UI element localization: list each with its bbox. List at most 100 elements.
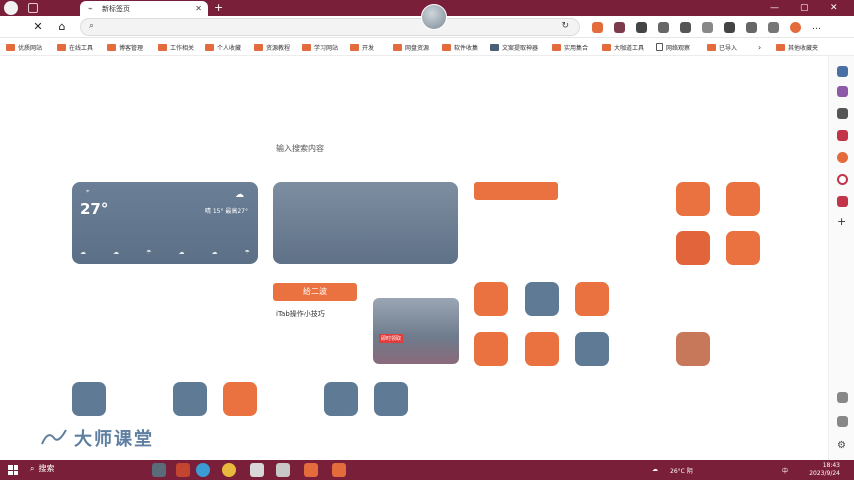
sidebar-app-icon[interactable] — [837, 152, 848, 163]
edge-icon[interactable] — [196, 463, 210, 477]
favorites-icon[interactable] — [746, 22, 757, 33]
bookmark-folder[interactable]: 大咖道工具 — [602, 41, 644, 53]
maximize-button[interactable]: ▢ — [800, 1, 809, 15]
bookmark-folder[interactable]: 优质网站 — [6, 41, 42, 53]
sidebar-tools-icon[interactable] — [837, 108, 848, 119]
collections-icon[interactable] — [768, 22, 779, 33]
stop-loading-icon[interactable]: ✕ — [30, 19, 46, 35]
taskbar-search[interactable]: ⌕ 搜索 — [30, 463, 54, 474]
folder-icon — [57, 43, 66, 51]
extension-icon-2[interactable] — [614, 22, 625, 33]
brand-logo-icon — [41, 429, 67, 445]
app-shortcut-tile[interactable] — [676, 332, 710, 366]
bookmark-folder[interactable]: 网盘资源 — [393, 41, 429, 53]
search-placeholder-text[interactable]: 输入搜索内容 — [276, 143, 324, 154]
ime-indicator[interactable]: 中 — [782, 466, 788, 475]
bookmark-folder[interactable]: 文案提取神器 — [490, 41, 538, 53]
list-item[interactable] — [281, 202, 450, 212]
app-shortcut-tile[interactable] — [726, 231, 760, 265]
minimize-button[interactable]: — — [770, 1, 779, 15]
bookmark-folder[interactable]: 实用集合 — [552, 41, 588, 53]
app-shortcut-tile[interactable] — [374, 382, 408, 416]
extension-icon-3[interactable] — [636, 22, 647, 33]
start-button[interactable] — [8, 465, 18, 475]
more-icon[interactable]: … — [812, 22, 823, 33]
folder-icon — [205, 43, 214, 51]
app-shortcut-tile[interactable] — [223, 382, 257, 416]
bookmark-folder[interactable]: 在线工具 — [57, 41, 93, 53]
sidebar-add-icon[interactable]: + — [837, 216, 848, 227]
weather-tray-icon[interactable]: ☁ — [652, 466, 658, 473]
tab-close-icon[interactable]: ✕ — [195, 4, 202, 13]
bookmark-folder[interactable]: 博客管理 — [107, 41, 143, 53]
extension-icon-5[interactable] — [680, 22, 691, 33]
widget-header-bar[interactable] — [474, 182, 558, 200]
bookmark-folder[interactable]: 学习网站 — [302, 41, 338, 53]
app-shortcut-tile[interactable] — [676, 231, 710, 265]
sidebar-settings-icon[interactable]: ⚙ — [837, 440, 848, 451]
extension-icon-7[interactable] — [724, 22, 735, 33]
folder-icon — [776, 43, 785, 51]
tray-weather-text[interactable]: 26°C 阴 — [670, 466, 693, 475]
bookmark-folder[interactable]: 软件收集 — [442, 41, 478, 53]
home-icon[interactable]: ⌂ — [54, 19, 70, 35]
app-shortcut-tile[interactable] — [324, 382, 358, 416]
app-shortcut-tile[interactable] — [474, 282, 508, 316]
bookmark-folder[interactable]: 开发 — [350, 41, 374, 53]
app-shortcut-tile[interactable] — [72, 382, 106, 416]
weather-widget[interactable]: ⌖ ☁ 27° 晴 15° 最高27° ☁ ☁ ☂ ☁ ☁ ☂ — [72, 182, 258, 264]
tab-new-tab[interactable]: ⌁ 新标签页 ✕ — [80, 1, 208, 16]
extension-icon-1[interactable] — [592, 22, 603, 33]
location-icon: ⌖ — [86, 188, 90, 195]
bookmark-folder[interactable]: 已导入 — [707, 41, 737, 53]
orange-action-button[interactable]: 给二波 — [273, 283, 357, 301]
taskbar-app-icon[interactable] — [276, 463, 290, 477]
tips-link[interactable]: iTab操作小技巧 — [276, 309, 325, 319]
bookmark-folder[interactable]: 个人收藏 — [205, 41, 241, 53]
taskbar-app-icon[interactable] — [250, 463, 264, 477]
app-shortcut-tile[interactable] — [173, 382, 207, 416]
app-shortcut-tile[interactable] — [575, 332, 609, 366]
extension-icon-6[interactable] — [702, 22, 713, 33]
taskbar-app-icon[interactable] — [304, 463, 318, 477]
bookmarks-overflow-icon[interactable]: › — [758, 41, 761, 53]
sidebar-office-icon[interactable] — [837, 130, 848, 141]
cloud-icon: ☁ — [235, 190, 244, 200]
app-shortcut-tile[interactable] — [525, 332, 559, 366]
extension-icon-4[interactable] — [658, 22, 669, 33]
sidebar-external-icon[interactable] — [837, 416, 848, 427]
address-input[interactable] — [105, 21, 545, 33]
app-shortcut-tile[interactable] — [525, 282, 559, 316]
list-item[interactable] — [281, 226, 450, 236]
new-tab-button[interactable]: + — [214, 1, 223, 15]
app-shortcut-tile[interactable] — [575, 282, 609, 316]
refresh-icon[interactable]: ↻ — [561, 21, 569, 31]
app-shortcut-tile[interactable] — [676, 182, 710, 216]
promo-card[interactable]: 即时领取 — [373, 298, 459, 364]
taskbar-clock[interactable]: 18:43 2023/9/24 — [809, 462, 840, 478]
profile-avatar[interactable] — [790, 22, 801, 33]
bookmark-other-folder[interactable]: 其他收藏夹 — [776, 41, 818, 53]
sidebar-search-icon[interactable] — [837, 66, 848, 77]
sidebar-shopping-icon[interactable] — [837, 86, 848, 97]
bookmark-folder[interactable]: 资源教程 — [254, 41, 290, 53]
taskbar-app-icon[interactable] — [152, 463, 166, 477]
taskbar-app-icon[interactable] — [176, 463, 190, 477]
app-shortcut-tile[interactable] — [726, 182, 760, 216]
sidebar-circle-icon[interactable] — [837, 174, 848, 185]
close-window-button[interactable]: ✕ — [830, 1, 838, 15]
bookmark-page[interactable]: 网络观察 — [656, 41, 690, 53]
app-shortcut-tile[interactable] — [474, 332, 508, 366]
sidebar-outlook-icon[interactable] — [837, 196, 848, 207]
list-item[interactable] — [281, 214, 450, 224]
address-bar[interactable]: ⌕ ↻ — [80, 18, 580, 36]
list-item[interactable] — [281, 238, 450, 248]
taskbar-app-icon[interactable] — [332, 463, 346, 477]
chrome-icon[interactable] — [222, 463, 236, 477]
hot-list-widget[interactable] — [273, 182, 458, 264]
bookmark-folder[interactable]: 工作相关 — [158, 41, 194, 53]
workspaces-icon[interactable] — [28, 3, 38, 13]
list-item[interactable] — [281, 250, 450, 260]
sidebar-layout-icon[interactable] — [837, 392, 848, 403]
profile-icon[interactable] — [4, 1, 18, 15]
